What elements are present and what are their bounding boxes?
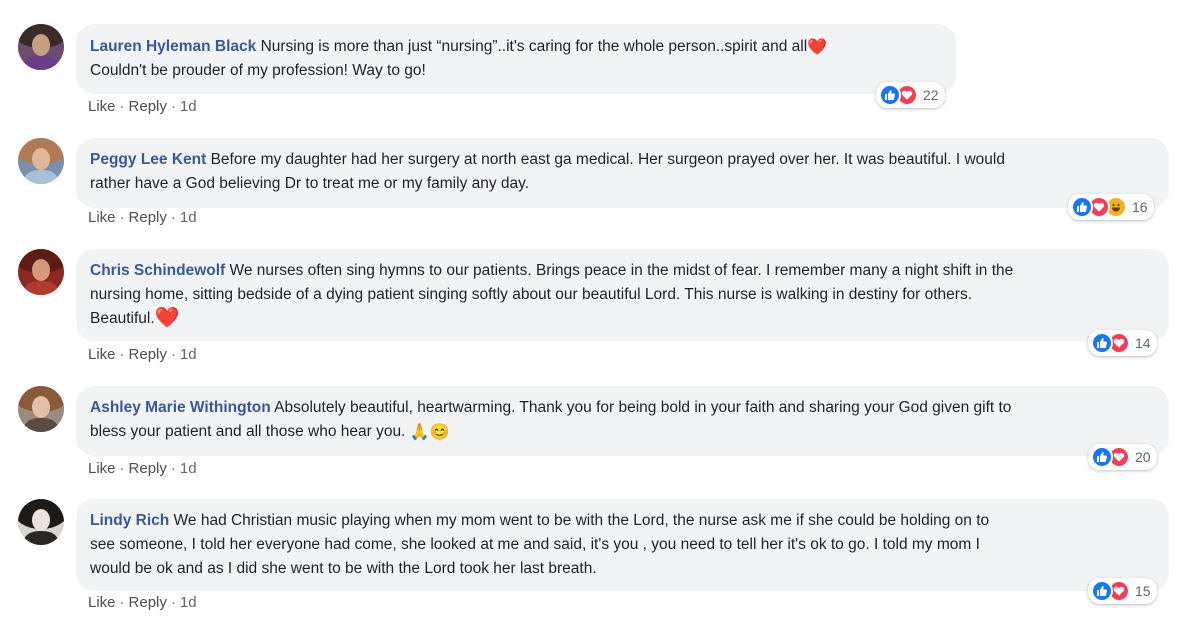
reaction-count: 20 bbox=[1135, 449, 1151, 465]
separator-dot: · bbox=[119, 594, 125, 611]
comment-author[interactable]: Ashley Marie Withington bbox=[90, 399, 271, 416]
comment-author[interactable]: Chris Schindewolf bbox=[90, 262, 225, 279]
separator-dot: · bbox=[119, 209, 125, 226]
separator-dot: · bbox=[170, 594, 176, 611]
heart-emoji-icon: ❤️ bbox=[807, 39, 828, 56]
comment-text: Couldn't be prouder of my profession! Wa… bbox=[90, 62, 426, 79]
comment-actions: Like · Reply · 1d bbox=[88, 98, 197, 115]
comment-bubble: Chris Schindewolf We nurses often sing h… bbox=[76, 249, 1169, 341]
comment-bubble: Lauren Hyleman Black Nursing is more tha… bbox=[76, 24, 956, 94]
avatar[interactable] bbox=[18, 386, 64, 432]
comment-bubble: Lindy Rich We had Christian music playin… bbox=[76, 499, 1169, 591]
like-link[interactable]: Like bbox=[88, 98, 116, 115]
heart-emoji-icon: ❤️ bbox=[154, 307, 180, 329]
like-icon bbox=[1091, 332, 1113, 354]
comment-author[interactable]: Lauren Hyleman Black bbox=[90, 38, 256, 55]
comment-author[interactable]: Lindy Rich bbox=[90, 512, 169, 529]
reaction-count: 15 bbox=[1135, 583, 1151, 599]
comment-text: would be ok and as I did she went to be … bbox=[90, 560, 597, 577]
reaction-summary[interactable]: 22 bbox=[876, 82, 945, 108]
comment-text: Absolutely beautiful, heartwarming. Than… bbox=[274, 399, 1012, 416]
comment-text: Beautiful. bbox=[90, 310, 155, 327]
comment-author[interactable]: Peggy Lee Kent bbox=[90, 151, 206, 168]
comment-text: nursing home, sitting bedside of a dying… bbox=[90, 286, 973, 303]
comment-text: rather have a God believing Dr to treat … bbox=[90, 175, 530, 192]
avatar[interactable] bbox=[18, 249, 64, 295]
separator-dot: · bbox=[119, 460, 125, 477]
like-link[interactable]: Like bbox=[88, 209, 116, 226]
comment-text: Nursing is more than just “nursing”..it'… bbox=[260, 38, 808, 55]
comment-actions: Like · Reply · 1d bbox=[88, 346, 197, 363]
like-link[interactable]: Like bbox=[88, 460, 116, 477]
reply-link[interactable]: Reply bbox=[129, 594, 167, 611]
like-link[interactable]: Like bbox=[88, 346, 116, 363]
reply-link[interactable]: Reply bbox=[129, 98, 167, 115]
comment-timestamp[interactable]: 1d bbox=[180, 98, 197, 115]
comment-text: We nurses often sing hymns to our patien… bbox=[229, 262, 1014, 279]
reaction-count: 16 bbox=[1132, 199, 1148, 215]
separator-dot: · bbox=[170, 209, 176, 226]
comment-timestamp[interactable]: 1d bbox=[180, 209, 197, 226]
like-icon bbox=[1091, 446, 1113, 468]
like-icon bbox=[879, 84, 901, 106]
comment-actions: Like · Reply · 1d bbox=[88, 209, 197, 226]
comment-bubble: Ashley Marie Withington Absolutely beaut… bbox=[76, 386, 1169, 456]
separator-dot: · bbox=[119, 98, 125, 115]
separator-dot: · bbox=[170, 346, 176, 363]
comment-bubble: Peggy Lee Kent Before my daughter had he… bbox=[76, 138, 1169, 208]
separator-dot: · bbox=[119, 346, 125, 363]
reply-link[interactable]: Reply bbox=[129, 346, 167, 363]
avatar[interactable] bbox=[18, 499, 64, 545]
comment-actions: Like · Reply · 1d bbox=[88, 460, 197, 477]
comment-text: see someone, I told her everyone had com… bbox=[90, 536, 980, 553]
comment-actions: Like · Reply · 1d bbox=[88, 594, 197, 611]
smiling-face-emoji-icon: 😊 bbox=[429, 424, 450, 441]
avatar[interactable] bbox=[18, 138, 64, 184]
reply-link[interactable]: Reply bbox=[129, 209, 167, 226]
comment-timestamp[interactable]: 1d bbox=[180, 460, 197, 477]
reaction-summary[interactable]: 14 bbox=[1088, 330, 1157, 356]
reaction-count: 14 bbox=[1135, 335, 1151, 351]
separator-dot: · bbox=[170, 460, 176, 477]
reaction-count: 22 bbox=[923, 87, 939, 103]
like-icon bbox=[1071, 196, 1093, 218]
separator-dot: · bbox=[170, 98, 176, 115]
comment-timestamp[interactable]: 1d bbox=[180, 346, 197, 363]
comment-timestamp[interactable]: 1d bbox=[180, 594, 197, 611]
reaction-summary[interactable]: 16 bbox=[1068, 194, 1154, 220]
reaction-summary[interactable]: 15 bbox=[1088, 578, 1157, 604]
like-icon bbox=[1091, 580, 1113, 602]
comment-text: bless your patient and all those who hea… bbox=[90, 423, 406, 440]
comment-text: We had Christian music playing when my m… bbox=[173, 512, 990, 529]
reaction-summary[interactable]: 20 bbox=[1088, 444, 1157, 470]
avatar[interactable] bbox=[18, 24, 64, 70]
reply-link[interactable]: Reply bbox=[129, 460, 167, 477]
comment-text: Before my daughter had her surgery at no… bbox=[210, 151, 1005, 168]
like-link[interactable]: Like bbox=[88, 594, 116, 611]
folded-hands-emoji-icon: 🙏 bbox=[409, 424, 430, 441]
